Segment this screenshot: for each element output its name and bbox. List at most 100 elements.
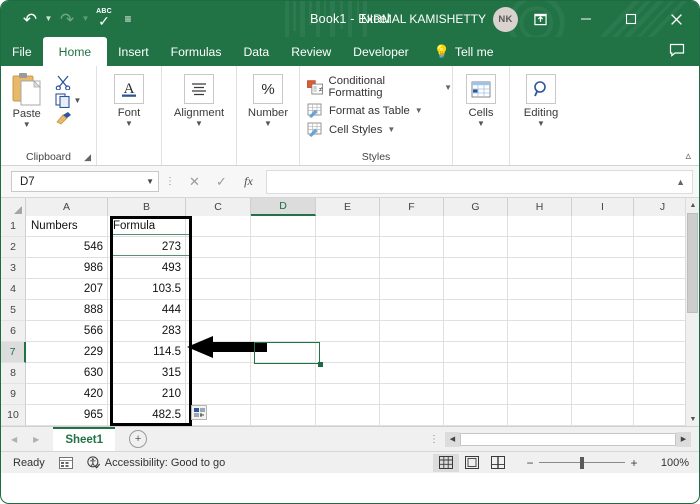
cell-H4[interactable] (508, 279, 572, 300)
number-dropdown-caret[interactable]: ▼ (264, 120, 272, 128)
cell-F4[interactable] (380, 279, 444, 300)
formula-input[interactable]: ▲ (266, 169, 693, 194)
cell-A10[interactable]: 965 (26, 405, 108, 426)
cell-H2[interactable] (508, 237, 572, 258)
cell-E10[interactable] (316, 405, 380, 426)
cell-G3[interactable] (444, 258, 508, 279)
column-header-I[interactable]: I (572, 198, 634, 216)
cell-I9[interactable] (572, 384, 634, 405)
cell-B10[interactable]: 482.5 (108, 405, 186, 426)
cell-H1[interactable] (508, 216, 572, 237)
cell-G6[interactable] (444, 321, 508, 342)
row-header-1[interactable]: 1 (1, 216, 26, 237)
next-sheet-button[interactable]: ▶ (33, 435, 39, 444)
cell-A7[interactable]: 229 (26, 342, 108, 363)
cell-D3[interactable] (251, 258, 316, 279)
cell-H7[interactable] (508, 342, 572, 363)
cell-F2[interactable] (380, 237, 444, 258)
format-painter-button[interactable] (52, 111, 72, 126)
column-header-J[interactable]: J (634, 198, 692, 216)
cell-D4[interactable] (251, 279, 316, 300)
tab-review[interactable]: Review (280, 37, 342, 66)
cell-D1[interactable] (251, 216, 316, 237)
cell-C4[interactable] (186, 279, 251, 300)
copy-button[interactable]: ▼ (52, 93, 81, 108)
zoom-level[interactable]: 100% (649, 457, 689, 469)
cell-E2[interactable] (316, 237, 380, 258)
cell-E7[interactable] (316, 342, 380, 363)
cell-G8[interactable] (444, 363, 508, 384)
cell-D8[interactable] (251, 363, 316, 384)
tab-file[interactable]: File (1, 37, 43, 66)
cell-D7[interactable] (251, 342, 316, 363)
account-name[interactable]: NIRMAL KAMISHETTY (361, 12, 486, 26)
cell-F9[interactable] (380, 384, 444, 405)
cut-button[interactable] (52, 75, 71, 90)
enter-button[interactable]: ✓ (208, 171, 235, 193)
zoom-out-button[interactable]: − (521, 456, 539, 470)
cell-J7[interactable] (634, 342, 692, 363)
row-header-9[interactable]: 9 (1, 384, 26, 405)
cell-B3[interactable]: 493 (108, 258, 186, 279)
cell-C8[interactable] (186, 363, 251, 384)
close-button[interactable] (653, 1, 699, 37)
horizontal-scroll-track[interactable] (460, 432, 676, 446)
cell-J3[interactable] (634, 258, 692, 279)
font-button[interactable]: A Font ▼ (97, 70, 161, 128)
cell-G1[interactable] (444, 216, 508, 237)
cell-B9[interactable]: 210 (108, 384, 186, 405)
vertical-scrollbar[interactable]: ▲ ▼ (685, 198, 699, 426)
scroll-right-button[interactable]: ▶ (676, 431, 691, 447)
cell-H9[interactable] (508, 384, 572, 405)
cancel-button[interactable]: ✕ (181, 171, 208, 193)
row-header-3[interactable]: 3 (1, 258, 26, 279)
cell-G4[interactable] (444, 279, 508, 300)
cell-C3[interactable] (186, 258, 251, 279)
maximize-button[interactable] (608, 1, 653, 37)
cell-D5[interactable] (251, 300, 316, 321)
cell-A5[interactable]: 888 (26, 300, 108, 321)
cell-E9[interactable] (316, 384, 380, 405)
row-header-10[interactable]: 10 (1, 405, 26, 426)
cell-B5[interactable]: 444 (108, 300, 186, 321)
cell-J6[interactable] (634, 321, 692, 342)
paste-options-button[interactable] (191, 405, 207, 420)
format-as-table-button[interactable]: Format as Table ▼ (307, 103, 452, 118)
cell-C7[interactable] (186, 342, 251, 363)
comments-icon[interactable] (669, 43, 685, 60)
cell-F1[interactable] (380, 216, 444, 237)
page-break-preview-button[interactable] (485, 454, 511, 472)
cell-E5[interactable] (316, 300, 380, 321)
column-header-F[interactable]: F (380, 198, 444, 216)
format-as-table-caret[interactable]: ▼ (415, 106, 423, 115)
cell-D6[interactable] (251, 321, 316, 342)
expand-formula-bar-button[interactable]: ▲ (676, 177, 688, 187)
cell-F3[interactable] (380, 258, 444, 279)
cell-I7[interactable] (572, 342, 634, 363)
cell-I5[interactable] (572, 300, 634, 321)
cell-H5[interactable] (508, 300, 572, 321)
tab-data[interactable]: Data (232, 37, 280, 66)
insert-function-button[interactable]: fx (235, 171, 262, 193)
cell-A9[interactable]: 420 (26, 384, 108, 405)
tab-developer[interactable]: Developer (342, 37, 420, 66)
normal-view-button[interactable] (433, 453, 459, 472)
name-box-caret-icon[interactable]: ▼ (146, 177, 154, 186)
scroll-down-button[interactable]: ▼ (686, 412, 699, 426)
cell-I8[interactable] (572, 363, 634, 384)
cell-styles-caret[interactable]: ▼ (387, 125, 395, 134)
row-header-6[interactable]: 6 (1, 321, 26, 342)
cell-E3[interactable] (316, 258, 380, 279)
cell-E6[interactable] (316, 321, 380, 342)
undo-dropdown[interactable]: ▼ (43, 5, 54, 33)
zoom-slider-thumb[interactable] (580, 456, 584, 469)
cell-B2[interactable]: 273 (108, 237, 186, 258)
cell-C2[interactable] (186, 237, 251, 258)
cell-B6[interactable]: 283 (108, 321, 186, 342)
row-header-5[interactable]: 5 (1, 300, 26, 321)
editing-dropdown-caret[interactable]: ▼ (537, 120, 545, 128)
cell-I2[interactable] (572, 237, 634, 258)
cell-G7[interactable] (444, 342, 508, 363)
row-header-7[interactable]: 7 (1, 342, 26, 363)
cell-J2[interactable] (634, 237, 692, 258)
